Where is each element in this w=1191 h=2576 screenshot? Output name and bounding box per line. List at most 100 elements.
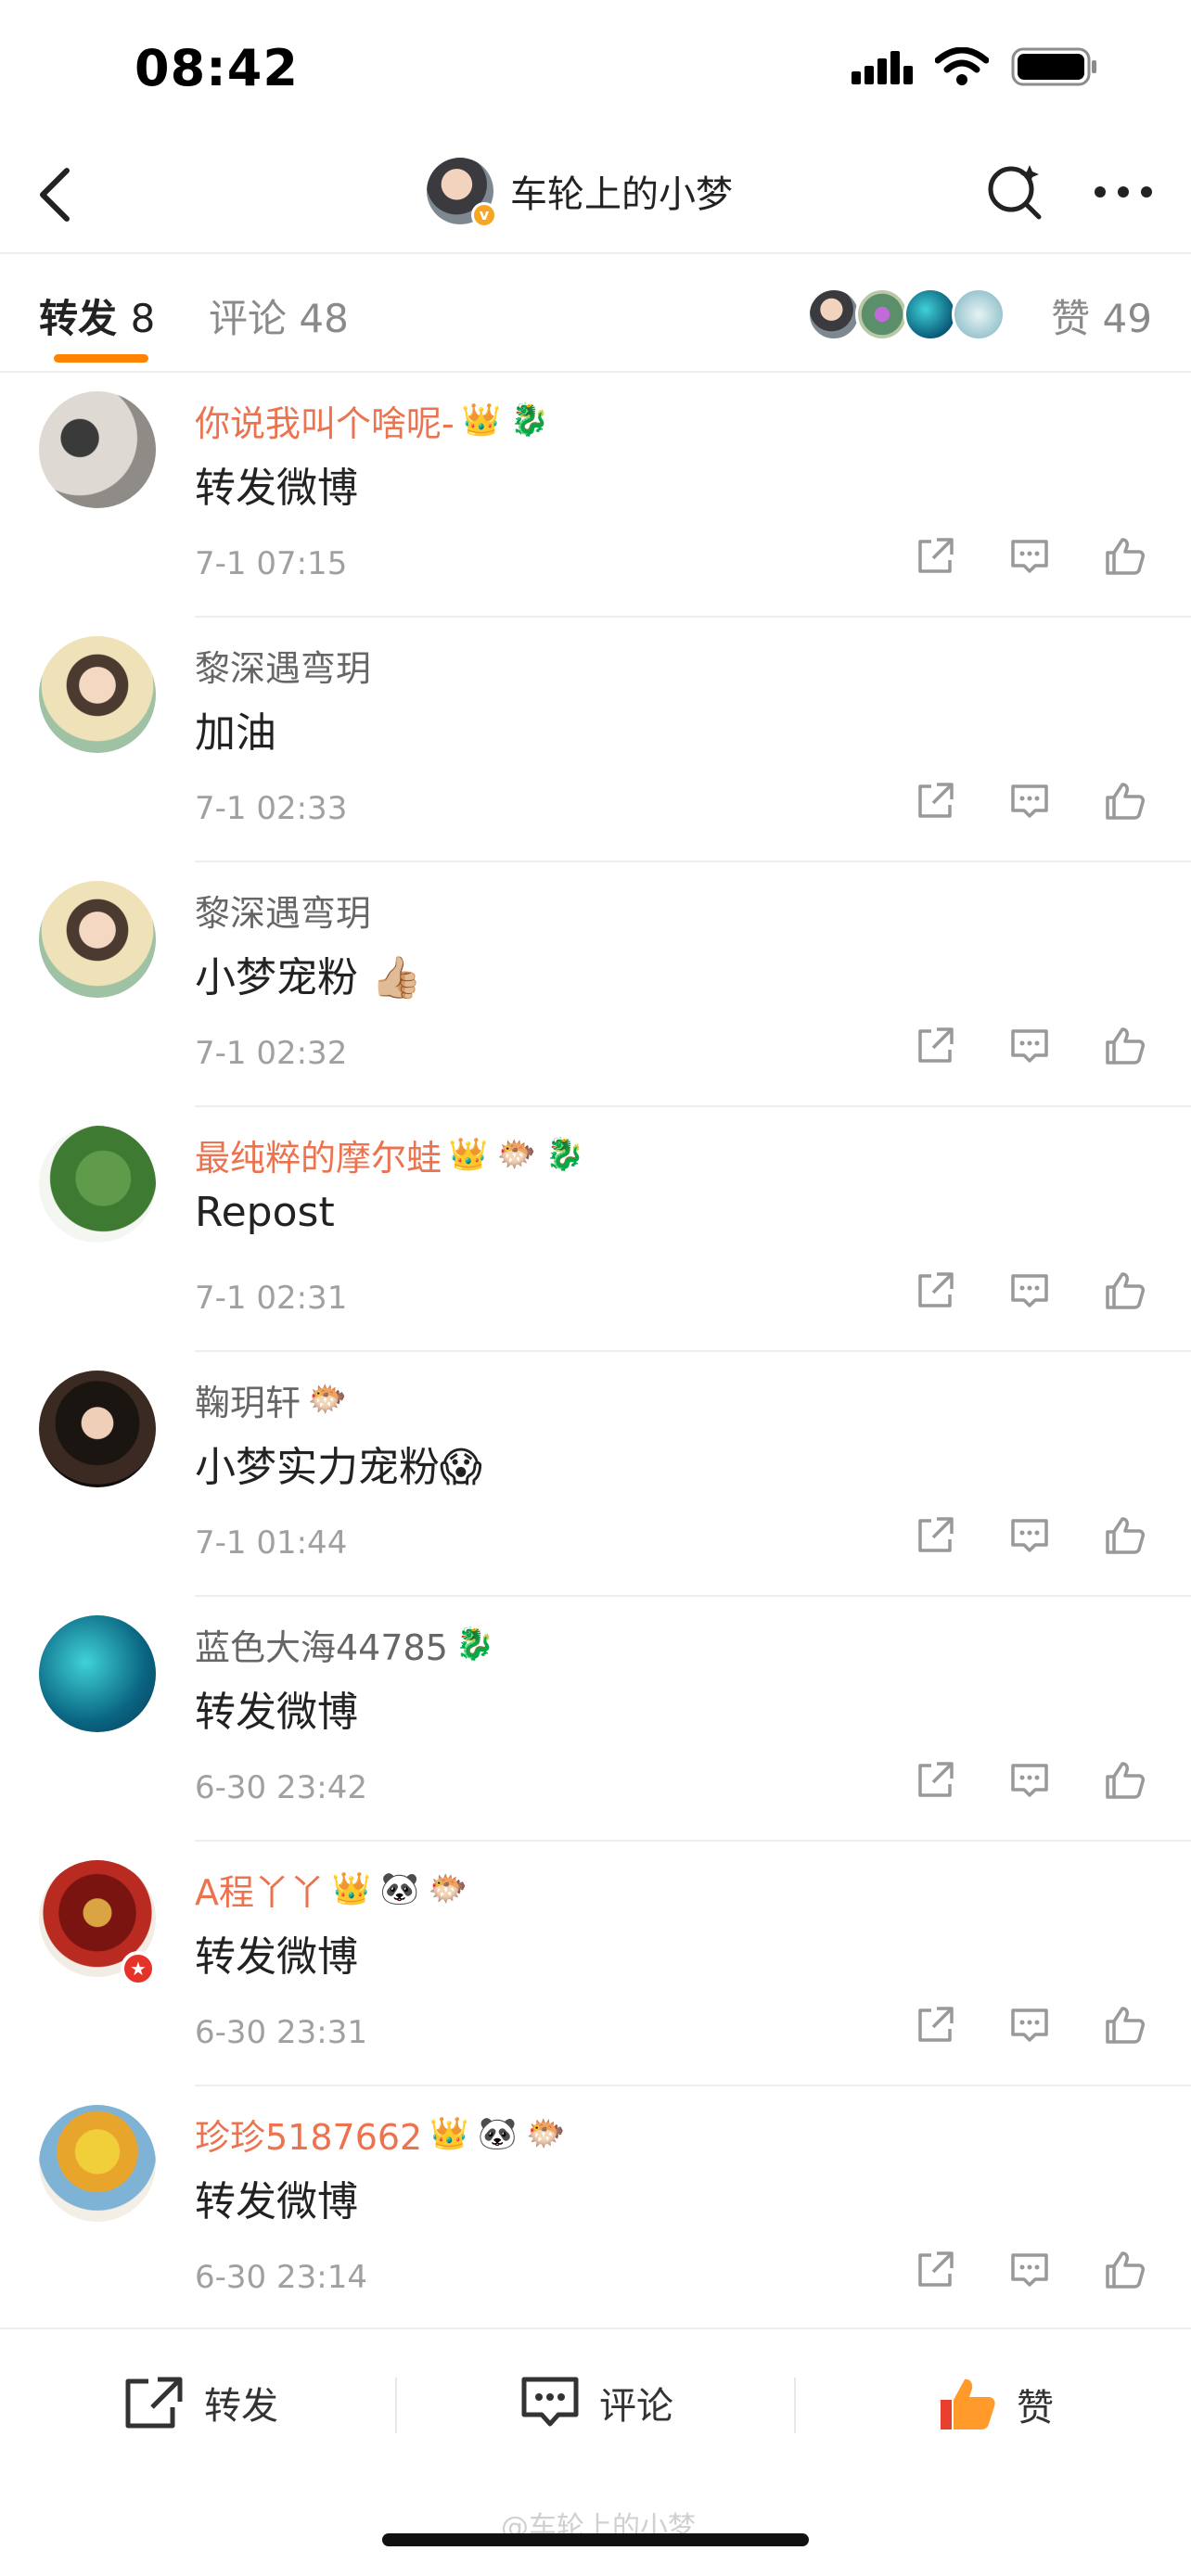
like-icon[interactable] (1102, 1758, 1146, 1803)
home-indicator[interactable] (382, 2533, 809, 2546)
post-author[interactable]: v 车轮上的小梦 (427, 158, 733, 228)
tab-likes-count: 49 (1102, 296, 1152, 341)
like-icon[interactable] (1102, 779, 1146, 823)
tab-likes-label: 赞 (1051, 296, 1091, 341)
divider (395, 2378, 397, 2433)
share-icon[interactable] (913, 779, 957, 823)
avatar[interactable] (39, 2105, 156, 2222)
repost-time: 7-1 02:31 (195, 1280, 348, 1317)
username[interactable]: A程丫丫 (195, 1864, 325, 1915)
avatar[interactable] (39, 881, 156, 998)
share-icon[interactable] (913, 2248, 957, 2292)
pufferfish-badge-icon: 🐡 (428, 1870, 468, 1907)
active-tab-indicator (54, 354, 148, 363)
repost-text: 小梦实力宠粉😱 (195, 1444, 482, 1491)
repost-time: 6-30 23:31 (195, 2014, 367, 2051)
dragon-badge-icon: 🐉 (544, 1136, 585, 1173)
list-item[interactable]: 最纯粹的摩尔蛙 👑 🐡 🐉 Repost 7-1 02:31 (0, 1107, 1191, 1352)
repost-time: 7-1 07:15 (195, 545, 348, 582)
comment-button[interactable]: 评论 (519, 2374, 673, 2431)
username[interactable]: 你说我叫个啥呢- (195, 395, 455, 446)
comment-icon[interactable] (1007, 2003, 1052, 2047)
comment-icon[interactable] (1007, 1269, 1052, 1313)
item-actions (913, 2003, 1146, 2047)
avatar[interactable] (39, 1126, 156, 1243)
back-button[interactable] (28, 161, 83, 226)
pufferfish-badge-icon: 🐡 (526, 2115, 566, 2152)
share-icon[interactable] (913, 2003, 957, 2047)
like-icon[interactable] (1102, 534, 1146, 579)
username[interactable]: 蓝色大海44785 (195, 1619, 448, 1670)
bottom-action-bar: 转发 评论 赞 (0, 2327, 1191, 2485)
tab-likes[interactable]: 赞 49 (1051, 287, 1152, 344)
share-icon[interactable] (913, 1758, 957, 1803)
item-actions (913, 1758, 1146, 1803)
repost-text: Repost (195, 1189, 335, 1236)
comment-icon[interactable] (1007, 779, 1052, 823)
repost-text: 转发微博 (195, 2178, 358, 2225)
repost-time: 7-1 02:32 (195, 1035, 348, 1072)
dragon-badge-icon: 🐉 (509, 402, 549, 439)
comment-icon[interactable] (1007, 1758, 1052, 1803)
username[interactable]: 鞠玥轩 (195, 1374, 301, 1425)
repost-time: 6-30 23:42 (195, 1769, 367, 1806)
avatar[interactable] (39, 636, 156, 753)
like-button[interactable]: 赞 (935, 2374, 1054, 2435)
list-item[interactable]: 鞠玥轩 🐡 小梦实力宠粉😱 7-1 01:44 (0, 1352, 1191, 1597)
cellular-icon (852, 51, 913, 84)
tab-comment-count: 48 (299, 296, 349, 341)
list-item[interactable]: A程丫丫 👑 🐼 🐡 转发微博 6-30 23:31 (0, 1842, 1191, 2086)
avatar[interactable] (39, 1615, 156, 1732)
battery-icon (1011, 47, 1096, 86)
repost-text: 转发微博 (195, 1933, 358, 1981)
like-icon[interactable] (1102, 2003, 1146, 2047)
username[interactable]: 最纯粹的摩尔蛙 (195, 1129, 442, 1180)
avatar[interactable] (39, 391, 156, 508)
liker-avatar (903, 287, 957, 341)
comment-icon[interactable] (1007, 534, 1052, 579)
like-icon[interactable] (1102, 2248, 1146, 2292)
like-icon[interactable] (1102, 1269, 1146, 1313)
list-item[interactable]: 黎深遇弯玥 小梦宠粉 👍🏼 7-1 02:32 (0, 862, 1191, 1107)
list-item[interactable]: 珍珍5187662 👑 🐼 🐡 转发微博 6-30 23:14 (0, 2086, 1191, 2331)
divider (794, 2378, 796, 2433)
username[interactable]: 珍珍5187662 (195, 2109, 422, 2160)
username[interactable]: 黎深遇弯玥 (195, 885, 371, 936)
share-icon[interactable] (913, 534, 957, 579)
share-icon[interactable] (913, 1024, 957, 1068)
list-item[interactable]: 蓝色大海44785 🐉 转发微博 6-30 23:42 (0, 1597, 1191, 1842)
like-icon[interactable] (1102, 1024, 1146, 1068)
comment-icon[interactable] (1007, 2248, 1052, 2292)
liker-avatars[interactable] (807, 287, 1005, 341)
comment-icon[interactable] (1007, 1513, 1052, 1558)
item-actions (913, 1024, 1146, 1068)
repost-text: 加油 (195, 709, 276, 757)
list-item[interactable]: 你说我叫个啥呢- 👑 🐉 转发微博 7-1 07:15 (0, 373, 1191, 618)
share-icon[interactable] (913, 1513, 957, 1558)
repost-list: 你说我叫个啥呢- 👑 🐉 转发微博 7-1 07:15 黎深遇弯玥 加油 7-1… (0, 373, 1191, 2331)
list-item[interactable]: 黎深遇弯玥 加油 7-1 02:33 (0, 618, 1191, 862)
crown-badge-icon: 👑 (461, 402, 501, 439)
comment-icon[interactable] (1007, 1024, 1052, 1068)
search-icon[interactable] (983, 159, 1048, 224)
chevron-left-icon (40, 168, 70, 222)
like-icon[interactable] (1102, 1513, 1146, 1558)
username[interactable]: 黎深遇弯玥 (195, 640, 371, 691)
verified-badge: v (471, 202, 497, 228)
panda-badge-icon: 🐼 (478, 2115, 518, 2152)
tab-comment[interactable]: 评论 48 (209, 287, 349, 344)
more-icon[interactable] (1093, 183, 1154, 201)
repost-button[interactable]: 转发 (122, 2374, 278, 2431)
crown-badge-icon: 👑 (331, 1870, 372, 1907)
tab-repost[interactable]: 转发 8 (39, 287, 155, 344)
panda-badge-icon: 🐼 (379, 1870, 420, 1907)
repost-text: 转发微博 (195, 465, 358, 512)
share-icon[interactable] (913, 1269, 957, 1313)
wifi-icon (935, 47, 989, 85)
repost-time: 7-1 02:33 (195, 790, 348, 827)
dragon-badge-icon: 🐉 (455, 1626, 495, 1663)
tab-bar: 转发 8 评论 48 赞 49 (0, 252, 1191, 373)
avatar[interactable] (39, 1371, 156, 1487)
tab-repost-count: 8 (130, 296, 156, 341)
verified-badge (121, 1951, 156, 1986)
